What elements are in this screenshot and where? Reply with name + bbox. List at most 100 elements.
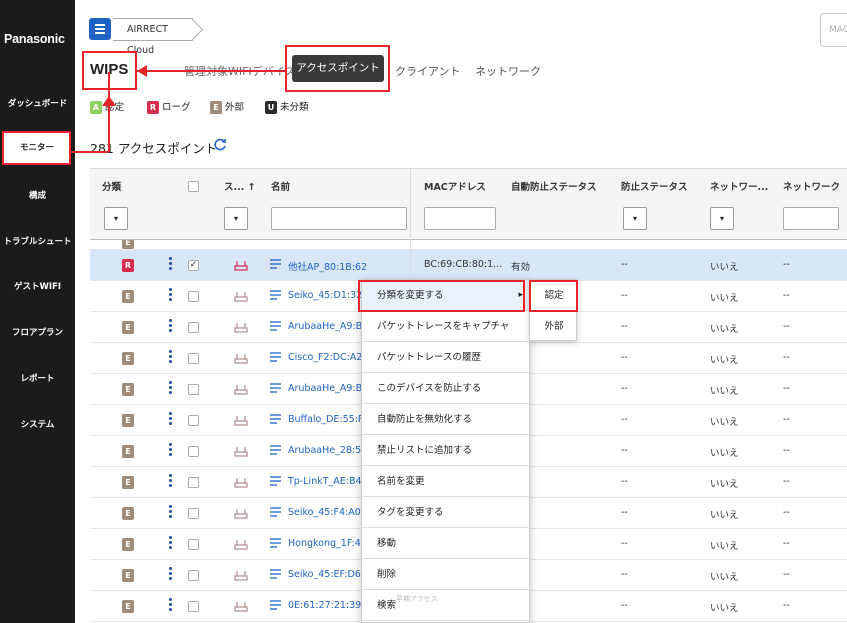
- row-checkbox[interactable]: [188, 446, 199, 457]
- ap-name-link[interactable]: Seiko_45:F4:A0: [288, 507, 361, 518]
- sidebar-item-system[interactable]: システム: [0, 418, 75, 430]
- table-row[interactable]: R ✓ 他社AP_80:1B:62 BC:69:CB:80:1... 有効 -- いいえ --: [90, 250, 847, 281]
- sidebar-item-troubleshoot[interactable]: トラブルシュート: [0, 235, 75, 247]
- row-menu-icon[interactable]: [169, 412, 173, 428]
- row-checkbox[interactable]: [188, 322, 199, 333]
- details-icon[interactable]: [270, 476, 281, 486]
- cloud-breadcrumb[interactable]: AIRRECT Cloud: [113, 18, 193, 56]
- menu-item[interactable]: タグを変更する: [362, 497, 531, 528]
- details-icon[interactable]: [270, 507, 281, 517]
- ap-name-link[interactable]: Hongkong_1F:45: [288, 538, 367, 549]
- select-all-checkbox[interactable]: [188, 181, 199, 192]
- row-checkbox[interactable]: [188, 291, 199, 302]
- row-checkbox[interactable]: ✓: [188, 260, 199, 271]
- filter-network1-select[interactable]: ▾: [710, 207, 734, 230]
- legend-unclassified: U 未分類: [265, 99, 309, 114]
- row-menu-icon[interactable]: [169, 474, 173, 490]
- menu-item[interactable]: パケットトレースの履歴: [362, 342, 531, 373]
- menu-item-label: 検索: [377, 600, 397, 611]
- menu-item[interactable]: 名前を変更: [362, 466, 531, 497]
- col-name[interactable]: 名前: [271, 179, 290, 193]
- ap-name-link[interactable]: Seiko_45:D1:32: [288, 290, 362, 301]
- menu-item[interactable]: 検索 早期アクセス: [362, 590, 531, 621]
- details-icon[interactable]: [270, 600, 281, 610]
- ap-name-link[interactable]: Cisco_F2:DC:A2: [288, 352, 362, 363]
- filter-category-select[interactable]: ▾: [104, 207, 128, 230]
- ap-name-link[interactable]: Buffalo_DE:55:F4: [288, 414, 369, 425]
- details-icon[interactable]: [270, 352, 281, 362]
- filter-status-select[interactable]: ▾: [224, 207, 248, 230]
- row-menu-icon[interactable]: [169, 598, 173, 614]
- col-prevent-status[interactable]: 防止ステータス: [621, 179, 688, 193]
- filter-mac-input[interactable]: [424, 207, 496, 230]
- arrow-left-icon: [137, 65, 147, 77]
- details-icon[interactable]: [270, 290, 281, 300]
- col-auto-prevent[interactable]: 自動防止ステータス: [511, 179, 597, 193]
- filter-network2-input[interactable]: [783, 207, 839, 230]
- details-icon[interactable]: [270, 414, 281, 424]
- menu-item[interactable]: 自動防止を無効化する: [362, 404, 531, 435]
- menu-item[interactable]: 削除: [362, 559, 531, 590]
- row-checkbox[interactable]: [188, 601, 199, 612]
- search-input[interactable]: MAC: [820, 13, 847, 47]
- col-network2[interactable]: ネットワーク: [783, 179, 840, 193]
- row-checkbox[interactable]: [188, 539, 199, 550]
- menu-item[interactable]: パケットトレースをキャプチャ: [362, 311, 531, 342]
- row-checkbox[interactable]: [188, 384, 199, 395]
- sidebar-item-config[interactable]: 構成: [0, 189, 75, 201]
- ap-name-link[interactable]: 他社AP_80:1B:62: [288, 259, 367, 273]
- sidebar-item-dashboard[interactable]: ダッシュボード: [0, 97, 75, 109]
- row-menu-icon[interactable]: [169, 536, 173, 552]
- network2-cell: --: [783, 383, 790, 394]
- row-menu-icon[interactable]: [169, 288, 173, 304]
- menu-item-label: 禁止リストに追加する: [377, 445, 473, 456]
- row-checkbox[interactable]: [188, 353, 199, 364]
- ap-name-link[interactable]: Tp-LinkT_AE:B4: [288, 476, 362, 487]
- row-menu-icon[interactable]: [169, 319, 173, 335]
- ap-device-icon: [234, 478, 248, 488]
- ap-name-link[interactable]: ArubaaHe_A9:B4: [288, 321, 368, 332]
- row-menu-icon[interactable]: [169, 257, 173, 273]
- submenu-authorized[interactable]: 認定: [530, 280, 578, 311]
- menu-item[interactable]: 禁止リストに追加する: [362, 435, 531, 466]
- row-checkbox[interactable]: [188, 477, 199, 488]
- submenu-external[interactable]: 外部: [530, 311, 578, 342]
- details-icon[interactable]: [270, 445, 281, 455]
- filter-prevent-select[interactable]: ▾: [623, 207, 647, 230]
- sidebar-item-report[interactable]: レポート: [0, 372, 75, 384]
- tab-clients[interactable]: クライアント: [395, 63, 461, 79]
- menu-item[interactable]: 分類を変更する ▸: [362, 280, 531, 311]
- details-icon[interactable]: [270, 569, 281, 579]
- menu-item-label: このデバイスを防止する: [377, 383, 482, 394]
- sidebar-item-guest-wifi[interactable]: ゲストWIFI: [0, 280, 75, 292]
- tab-access-points[interactable]: アクセスポイント: [292, 55, 384, 82]
- row-checkbox[interactable]: [188, 415, 199, 426]
- menu-item[interactable]: 移動: [362, 528, 531, 559]
- row-menu-icon[interactable]: [169, 567, 173, 583]
- details-icon[interactable]: [270, 321, 281, 331]
- refresh-icon[interactable]: [213, 138, 227, 152]
- col-status[interactable]: ス... ↑: [224, 179, 256, 193]
- row-menu-icon[interactable]: [169, 505, 173, 521]
- col-mac[interactable]: MACアドレス: [424, 179, 486, 193]
- row-menu-icon[interactable]: [169, 381, 173, 397]
- filter-name-input[interactable]: [271, 207, 407, 230]
- sidebar-item-monitor[interactable]: モニター: [4, 133, 70, 163]
- details-icon[interactable]: [270, 538, 281, 548]
- ap-name-link[interactable]: 0E:61:27:21:39:1: [288, 600, 370, 611]
- col-category[interactable]: 分類: [102, 179, 121, 193]
- menu-icon[interactable]: [89, 18, 111, 40]
- sidebar-item-floorplan[interactable]: フロアプラン: [0, 326, 75, 338]
- row-checkbox[interactable]: [188, 570, 199, 581]
- ap-name-link[interactable]: ArubaaHe_28:53: [288, 445, 367, 456]
- row-menu-icon[interactable]: [169, 350, 173, 366]
- details-icon[interactable]: [270, 259, 281, 269]
- col-network1[interactable]: ネットワー...: [710, 179, 768, 193]
- ap-name-link[interactable]: ArubaaHe_A9:B4: [288, 383, 368, 394]
- row-menu-icon[interactable]: [169, 443, 173, 459]
- details-icon[interactable]: [270, 383, 281, 393]
- menu-item[interactable]: このデバイスを防止する: [362, 373, 531, 404]
- row-checkbox[interactable]: [188, 508, 199, 519]
- ap-name-link[interactable]: Seiko_45:EF:D6: [288, 569, 361, 580]
- tab-networks[interactable]: ネットワーク: [475, 63, 541, 79]
